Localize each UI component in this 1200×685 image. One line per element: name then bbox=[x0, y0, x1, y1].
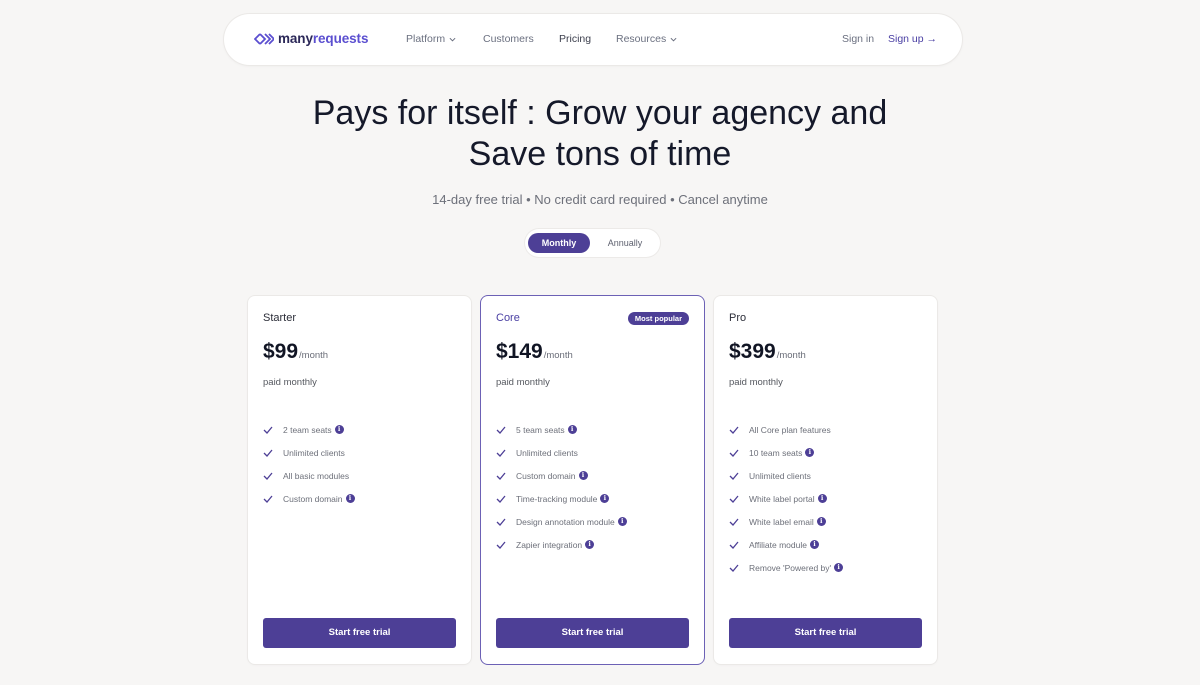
check-icon bbox=[263, 472, 273, 480]
page-title: Pays for itself : Grow your agency and S… bbox=[312, 94, 888, 173]
plan-card-starter: Starter $99 /month paid monthly 2 team s… bbox=[248, 296, 471, 664]
nav-resources[interactable]: Resources bbox=[616, 33, 677, 45]
feature-list: 2 team seats i Unlimited clients All basic … bbox=[263, 418, 355, 510]
info-icon[interactable]: i bbox=[617, 517, 627, 526]
feature-item: Custom domain i bbox=[496, 464, 627, 487]
feature-text: Affiliate module bbox=[749, 539, 807, 550]
info-icon[interactable]: i bbox=[567, 425, 577, 434]
info-icon[interactable]: i bbox=[600, 494, 610, 503]
check-icon bbox=[729, 472, 739, 480]
feature-item: All basic modules bbox=[263, 464, 355, 487]
check-icon bbox=[729, 564, 739, 572]
feature-item: Time-tracking module i bbox=[496, 487, 627, 510]
sign-up-link[interactable]: Sign up → bbox=[888, 33, 937, 45]
check-icon bbox=[263, 426, 273, 434]
feature-text: Unlimited clients bbox=[283, 447, 345, 458]
info-icon[interactable]: i bbox=[345, 494, 355, 503]
info-icon[interactable]: i bbox=[805, 448, 815, 457]
plan-name: Pro bbox=[729, 312, 747, 324]
plan-name: Starter bbox=[263, 312, 297, 324]
plan-price: $399 /month bbox=[729, 340, 806, 363]
info-icon[interactable]: i bbox=[334, 425, 344, 434]
check-icon bbox=[263, 449, 273, 457]
info-icon[interactable]: i bbox=[809, 540, 819, 549]
feature-item: White label email i bbox=[729, 510, 843, 533]
nav-customers[interactable]: Customers bbox=[483, 33, 534, 45]
toggle-annually[interactable]: Annually bbox=[595, 233, 655, 253]
plan-card-pro: Pro $399 /month paid monthly All Core pl… bbox=[714, 296, 937, 664]
start-free-trial-button[interactable]: Start free trial bbox=[729, 618, 922, 648]
info-icon[interactable]: i bbox=[578, 471, 588, 480]
check-icon bbox=[496, 472, 506, 480]
feature-text: Custom domain bbox=[516, 470, 576, 481]
billing-note: paid monthly bbox=[496, 377, 550, 388]
feature-item: 2 team seats i bbox=[263, 418, 355, 441]
plan-price: $99 /month bbox=[263, 340, 329, 363]
chevron-down-icon bbox=[670, 37, 677, 42]
feature-item: All Core plan features bbox=[729, 418, 843, 441]
billing-note: paid monthly bbox=[729, 377, 783, 388]
billing-note: paid monthly bbox=[263, 377, 317, 388]
most-popular-badge: Most popular bbox=[627, 312, 689, 325]
brand-logo[interactable]: manyrequests bbox=[254, 31, 368, 46]
brand-name: manyrequests bbox=[278, 31, 369, 46]
check-icon bbox=[496, 426, 506, 434]
check-icon bbox=[263, 495, 273, 503]
feature-item: Zapier integration i bbox=[496, 533, 627, 556]
feature-text: Design annotation module bbox=[516, 516, 615, 527]
start-free-trial-button[interactable]: Start free trial bbox=[263, 618, 456, 648]
top-navbar: manyrequests Platform Customers Pricing … bbox=[224, 14, 962, 65]
feature-list: All Core plan features 10 team seats i Unli… bbox=[729, 418, 844, 579]
check-icon bbox=[496, 495, 506, 503]
feature-item: Custom domain i bbox=[263, 487, 355, 510]
check-icon bbox=[729, 449, 739, 457]
check-icon bbox=[496, 518, 506, 526]
info-icon[interactable]: i bbox=[816, 517, 826, 526]
feature-item: 10 team seats i bbox=[729, 441, 843, 464]
hero-subtitle: 14-day free trial • No credit card requi… bbox=[432, 192, 768, 207]
nav-platform[interactable]: Platform bbox=[406, 33, 456, 45]
check-icon bbox=[729, 495, 739, 503]
check-icon bbox=[496, 541, 506, 549]
feature-text: All basic modules bbox=[283, 470, 350, 481]
info-icon[interactable]: i bbox=[834, 563, 844, 572]
feature-item: Unlimited clients bbox=[263, 441, 355, 464]
feature-text: Unlimited clients bbox=[749, 470, 811, 481]
nav-pricing[interactable]: Pricing bbox=[559, 33, 591, 45]
chevron-down-icon bbox=[449, 37, 456, 42]
logo-chevrons-icon bbox=[254, 32, 274, 45]
feature-item: Design annotation module i bbox=[496, 510, 627, 533]
feature-item: 5 team seats i bbox=[496, 418, 627, 441]
plan-card-core: Core Most popular $149 /month paid month… bbox=[481, 296, 704, 664]
feature-item: White label portal i bbox=[729, 487, 843, 510]
feature-list: 5 team seats i Unlimited clients Custom dom… bbox=[496, 418, 627, 556]
feature-item: Unlimited clients bbox=[496, 441, 627, 464]
check-icon bbox=[729, 518, 739, 526]
plan-price: $149 /month bbox=[496, 340, 573, 363]
sign-in-link[interactable]: Sign in bbox=[842, 33, 874, 45]
toggle-monthly[interactable]: Monthly bbox=[528, 233, 590, 253]
check-icon bbox=[496, 449, 506, 457]
info-icon[interactable]: i bbox=[817, 494, 827, 503]
start-free-trial-button[interactable]: Start free trial bbox=[496, 618, 689, 648]
feature-text: White label email bbox=[749, 516, 814, 527]
feature-text: Unlimited clients bbox=[516, 447, 578, 458]
feature-item: Unlimited clients bbox=[729, 464, 843, 487]
feature-text: 2 team seats bbox=[283, 424, 332, 435]
feature-text: 5 team seats bbox=[516, 424, 565, 435]
feature-text: Remove 'Powered by' bbox=[749, 562, 832, 573]
feature-text: Custom domain bbox=[283, 493, 343, 504]
check-icon bbox=[729, 426, 739, 434]
feature-text: White label portal bbox=[749, 493, 815, 504]
feature-text: All Core plan features bbox=[749, 424, 831, 435]
feature-text: 10 team seats bbox=[749, 447, 803, 458]
info-icon[interactable]: i bbox=[585, 540, 595, 549]
feature-item: Remove 'Powered by' i bbox=[729, 556, 844, 579]
feature-item: Affiliate module i bbox=[729, 533, 843, 556]
check-icon bbox=[729, 541, 739, 549]
billing-toggle: Monthly Annually bbox=[525, 229, 660, 257]
feature-text: Zapier integration bbox=[516, 539, 583, 550]
plan-name: Core bbox=[496, 312, 520, 324]
feature-text: Time-tracking module bbox=[516, 493, 598, 504]
